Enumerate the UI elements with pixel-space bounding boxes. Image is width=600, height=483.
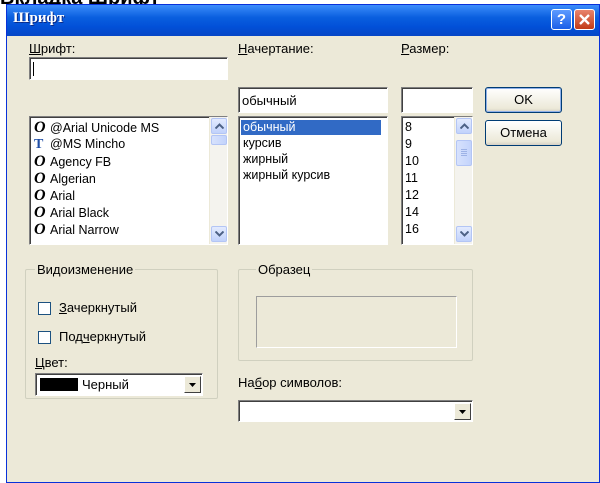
font-size-item[interactable]: 12 [405,188,419,203]
font-dialog: Шрифт ? Шрифт: O @Arial Unicode MS T @MS Mi… [6,4,600,483]
font-style-item[interactable]: курсив [243,136,282,151]
opentype-font-icon: O [34,170,46,187]
font-list-scrollbar[interactable] [209,117,227,244]
size-list-scrollbar[interactable] [454,117,472,244]
font-list[interactable]: O @Arial Unicode MS T @MS Mincho O Agency FB O… [29,116,228,245]
scroll-thumb[interactable] [211,135,227,145]
help-button[interactable]: ? [551,9,572,30]
dialog-title: Шрифт [13,10,65,26]
font-list-item[interactable]: T @MS Mincho [34,137,125,152]
chevron-up-icon [460,123,469,129]
font-list-item-label: @Arial Unicode MS [50,121,160,135]
font-style-value: обычный [242,93,297,108]
font-list-item-label: Agency FB [50,155,112,169]
color-label: Цвет: [35,355,68,370]
font-list-item[interactable]: O Arial Narrow [34,221,119,238]
truetype-font-icon: T [34,137,44,152]
dropdown-arrow-icon [459,410,466,414]
font-list-item[interactable]: O Algerian [34,170,96,187]
scroll-up-button[interactable] [211,118,227,134]
opentype-font-icon: O [34,221,46,238]
font-size-item[interactable]: 16 [405,222,419,237]
sample-preview [256,296,457,348]
ok-button[interactable]: OK [485,87,562,113]
font-list-item[interactable]: O Arial Black [34,204,110,221]
chevron-down-icon [215,231,224,237]
color-swatch [40,378,78,391]
strikeout-label[interactable]: Зачеркнутый [59,300,137,315]
font-style-item[interactable]: обычный [241,120,381,135]
font-size-item[interactable]: 8 [405,120,412,135]
font-size-item[interactable]: 11 [405,171,418,186]
font-size-item[interactable]: 10 [405,154,419,169]
charset-dropdown-button[interactable] [454,403,471,420]
font-name-input[interactable] [29,57,228,80]
title-bar[interactable]: Шрифт ? [7,5,599,36]
close-button[interactable] [574,9,595,30]
font-label: Шрифт: [29,41,76,56]
underline-checkbox[interactable] [38,331,51,344]
scroll-down-button[interactable] [456,226,472,242]
scroll-up-button[interactable] [456,118,472,134]
text-cursor [33,62,34,76]
effects-group-title: Видоизменение [35,262,136,277]
grip-lines [461,149,467,150]
close-icon [579,14,590,25]
color-combobox[interactable]: Черный [35,373,203,396]
charset-label: Набор символов: [238,375,343,390]
cancel-button[interactable]: Отмена [485,120,562,146]
scroll-thumb[interactable] [456,140,472,166]
font-size-list[interactable]: 8 9 10 11 12 14 16 [401,116,473,245]
opentype-font-icon: O [34,204,46,221]
font-style-item[interactable]: жирный [243,152,288,167]
scroll-down-button[interactable] [211,226,227,242]
charset-combobox[interactable] [238,400,473,422]
opentype-font-icon: O [34,119,46,136]
font-list-item[interactable]: O Arial [34,187,76,204]
font-size-item[interactable]: 14 [405,205,419,220]
font-style-item[interactable]: жирный курсив [243,168,330,183]
font-size-item[interactable]: 9 [405,137,412,152]
underline-label[interactable]: Подчеркнутый [59,329,146,344]
font-list-item[interactable]: O @Arial Unicode MS [34,119,160,136]
font-list-item-label: Arial [50,189,76,203]
font-list-item-label: Arial Black [50,206,110,220]
strikeout-checkbox[interactable] [38,302,51,315]
opentype-font-icon: O [34,153,46,170]
font-list-item[interactable]: O Agency FB [34,153,112,170]
font-size-label: Размер: [401,41,450,56]
font-list-item-label: @MS Mincho [50,137,126,151]
font-style-label: Начертание: [238,41,314,56]
chevron-down-icon [460,231,469,237]
help-icon: ? [556,11,567,28]
sample-group-title: Образец [256,262,313,277]
font-size-input[interactable] [401,87,473,113]
font-style-list[interactable]: обычный курсив жирный жирный курсив [238,116,388,245]
chevron-up-icon [215,123,224,129]
dropdown-arrow-icon [189,383,196,387]
color-dropdown-button[interactable] [184,376,201,393]
font-style-input[interactable]: обычный [238,87,388,113]
font-list-item-label: Arial Narrow [50,223,119,237]
color-value: Черный [82,377,129,392]
opentype-font-icon: O [34,187,46,204]
font-list-item-label: Algerian [50,172,96,186]
